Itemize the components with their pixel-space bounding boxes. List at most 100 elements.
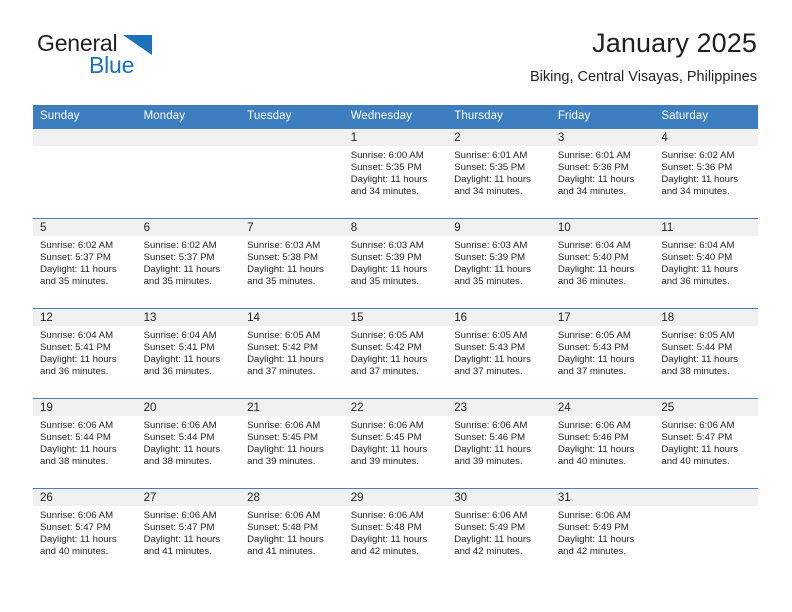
day-number: 24 [550,399,655,416]
daylight-duration: Daylight: 11 hours and 42 minutes. [454,534,531,558]
week-row: 19 Sunrise: 6:06 AM Sunset: 5:44 PM Dayligh… [33,398,758,489]
day-cell-inner: 29 Sunrise: 6:06 AM Sunset: 5:48 PM Dayligh… [343,489,448,578]
day-cell-inner: 27 Sunrise: 6:06 AM Sunset: 5:47 PM Dayligh… [136,489,241,578]
day-cell[interactable]: 12 Sunrise: 6:04 AM Sunset: 5:41 PM Dayligh… [33,308,137,399]
daylight-duration: Daylight: 11 hours and 37 minutes. [247,354,324,378]
day-cell-inner: 12 Sunrise: 6:04 AM Sunset: 5:41 PM Dayligh… [33,309,137,398]
day-number: 18 [654,309,758,326]
day-cell-inner: 31 Sunrise: 6:06 AM Sunset: 5:49 PM Dayligh… [550,489,655,578]
day-cell-empty [136,128,241,219]
daylight-duration: Daylight: 11 hours and 34 minutes. [557,174,635,198]
daylight-duration: Daylight: 11 hours and 36 minutes. [557,264,635,288]
day-number: 11 [654,219,758,236]
day-cell[interactable]: 17 Sunrise: 6:05 AM Sunset: 5:43 PM Dayligh… [550,308,655,399]
sunset-time: Sunset: 5:43 PM [557,342,629,354]
day-number: 5 [33,219,137,236]
day-cell-details [137,146,241,150]
sunrise-time: Sunrise: 6:04 AM [40,330,114,341]
sunset-time: Sunset: 5:35 PM [350,162,422,174]
day-number: 19 [33,399,137,416]
day-cell[interactable]: 9 Sunrise: 6:03 AM Sunset: 5:39 PM Daylight… [447,218,551,309]
day-cell-details: Sunrise: 6:05 AM Sunset: 5:44 PM Daylight:… [654,326,758,378]
day-number: 2 [447,129,551,146]
day-cell-inner: 4 Sunrise: 6:02 AM Sunset: 5:36 PM Daylight… [654,129,758,218]
day-cell-details: Sunrise: 6:04 AM Sunset: 5:41 PM Daylight:… [33,326,137,378]
day-cell[interactable]: 24 Sunrise: 6:06 AM Sunset: 5:46 PM Dayligh… [550,398,655,489]
daylight-duration: Daylight: 11 hours and 39 minutes. [247,444,324,468]
sunrise-time: Sunrise: 6:02 AM [661,150,735,161]
day-cell[interactable]: 13 Sunrise: 6:04 AM Sunset: 5:41 PM Dayligh… [136,308,241,399]
sunrise-time: Sunrise: 6:06 AM [454,420,528,431]
day-cell[interactable]: 2 Sunrise: 6:01 AM Sunset: 5:35 PM Daylight… [447,128,551,219]
sunrise-time: Sunrise: 6:06 AM [40,420,114,431]
day-cell-details: Sunrise: 6:04 AM Sunset: 5:41 PM Daylight:… [137,326,241,378]
sunrise-time: Sunrise: 6:06 AM [247,420,321,431]
day-cell-details: Sunrise: 6:02 AM Sunset: 5:37 PM Daylight:… [137,236,241,288]
day-cell[interactable]: 10 Sunrise: 6:04 AM Sunset: 5:40 PM Dayligh… [550,218,655,309]
day-cell[interactable]: 22 Sunrise: 6:06 AM Sunset: 5:45 PM Dayligh… [343,398,448,489]
day-cell-inner: 20 Sunrise: 6:06 AM Sunset: 5:44 PM Dayligh… [136,399,241,488]
day-cell[interactable]: 21 Sunrise: 6:06 AM Sunset: 5:45 PM Dayligh… [240,398,344,489]
day-cell[interactable]: 6 Sunrise: 6:02 AM Sunset: 5:37 PM Daylight… [136,218,241,309]
sunset-time: Sunset: 5:44 PM [40,432,111,444]
day-cell[interactable]: 25 Sunrise: 6:06 AM Sunset: 5:47 PM Dayligh… [654,398,758,489]
daylight-duration: Daylight: 11 hours and 42 minutes. [557,534,635,558]
weekday-header-sunday: Sunday [33,105,137,129]
day-cell[interactable]: 8 Sunrise: 6:03 AM Sunset: 5:39 PM Daylight… [343,218,448,309]
weekday-header-row: Sunday Monday Tuesday Wednesday Thursday… [33,105,758,129]
day-cell[interactable]: 28 Sunrise: 6:06 AM Sunset: 5:48 PM Dayligh… [240,488,344,578]
day-cell[interactable]: 15 Sunrise: 6:05 AM Sunset: 5:42 PM Dayligh… [343,308,448,399]
day-cell[interactable]: 30 Sunrise: 6:06 AM Sunset: 5:49 PM Dayligh… [447,488,551,578]
day-cell-inner: 14 Sunrise: 6:05 AM Sunset: 5:42 PM Dayligh… [240,309,344,398]
daylight-duration: Daylight: 11 hours and 39 minutes. [454,444,531,468]
day-cell-inner: 7 Sunrise: 6:03 AM Sunset: 5:38 PM Daylight… [240,219,344,308]
day-cell[interactable]: 4 Sunrise: 6:02 AM Sunset: 5:36 PM Daylight… [654,128,758,219]
day-cell-inner: 19 Sunrise: 6:06 AM Sunset: 5:44 PM Dayligh… [33,399,137,488]
day-cell-empty [33,128,137,219]
sunset-time: Sunset: 5:40 PM [661,252,733,264]
day-cell[interactable]: 16 Sunrise: 6:05 AM Sunset: 5:43 PM Dayligh… [447,308,551,399]
day-cell[interactable]: 31 Sunrise: 6:06 AM Sunset: 5:49 PM Dayligh… [550,488,655,578]
daylight-duration: Daylight: 11 hours and 40 minutes. [40,534,117,558]
day-cell[interactable]: 5 Sunrise: 6:02 AM Sunset: 5:37 PM Daylight… [33,218,137,309]
day-number: 4 [654,129,758,146]
sunrise-time: Sunrise: 6:06 AM [247,510,321,521]
generalblue-logo[interactable]: General Blue [33,32,213,88]
sunset-time: Sunset: 5:48 PM [350,522,422,534]
day-cell[interactable]: 14 Sunrise: 6:05 AM Sunset: 5:42 PM Dayligh… [240,308,344,399]
day-cell[interactable]: 18 Sunrise: 6:05 AM Sunset: 5:44 PM Dayligh… [654,308,758,399]
day-number: 30 [447,489,551,506]
sunrise-time: Sunrise: 6:05 AM [454,330,528,341]
day-cell[interactable]: 19 Sunrise: 6:06 AM Sunset: 5:44 PM Dayligh… [33,398,137,489]
sunrise-time: Sunrise: 6:06 AM [40,510,114,521]
page-subtitle: Biking, Central Visayas, Philippines [529,69,757,85]
sunrise-time: Sunrise: 6:05 AM [247,330,321,341]
day-number: 21 [240,399,344,416]
day-cell[interactable]: 11 Sunrise: 6:04 AM Sunset: 5:40 PM Dayligh… [654,218,758,309]
title-block: January 2025 Biking, Central Visayas, Ph… [530,26,757,86]
day-cell[interactable]: 27 Sunrise: 6:06 AM Sunset: 5:47 PM Dayligh… [136,488,241,578]
day-cell-details: Sunrise: 6:06 AM Sunset: 5:47 PM Daylight:… [137,506,241,558]
day-number: 16 [447,309,551,326]
daylight-duration: Daylight: 11 hours and 34 minutes. [454,174,531,198]
day-cell[interactable]: 3 Sunrise: 6:01 AM Sunset: 5:36 PM Daylight… [550,128,655,219]
weekday-header-monday: Monday [136,105,241,129]
day-number: 25 [654,399,758,416]
day-cell[interactable]: 29 Sunrise: 6:06 AM Sunset: 5:48 PM Dayligh… [343,488,448,578]
day-cell[interactable]: 26 Sunrise: 6:06 AM Sunset: 5:47 PM Dayligh… [33,488,137,578]
day-cell[interactable]: 1 Sunrise: 6:00 AM Sunset: 5:35 PM Daylight… [343,128,448,219]
sunrise-time: Sunrise: 6:03 AM [247,240,321,251]
sunset-time: Sunset: 5:37 PM [40,252,111,264]
daylight-duration: Daylight: 11 hours and 38 minutes. [661,354,738,378]
day-cell[interactable]: 20 Sunrise: 6:06 AM Sunset: 5:44 PM Dayligh… [136,398,241,489]
weekday-header-friday: Friday [550,105,655,129]
day-cell-inner: 5 Sunrise: 6:02 AM Sunset: 5:37 PM Daylight… [33,219,137,308]
day-cell[interactable]: 23 Sunrise: 6:06 AM Sunset: 5:46 PM Dayligh… [447,398,551,489]
day-cell[interactable]: 7 Sunrise: 6:03 AM Sunset: 5:38 PM Daylight… [240,218,344,309]
daylight-duration: Daylight: 11 hours and 38 minutes. [40,444,117,468]
day-cell-inner: 26 Sunrise: 6:06 AM Sunset: 5:47 PM Dayligh… [33,489,137,578]
day-cell-details: Sunrise: 6:02 AM Sunset: 5:36 PM Daylight:… [654,146,758,198]
day-number: 8 [343,219,448,236]
sunrise-time: Sunrise: 6:05 AM [557,330,631,341]
sunset-time: Sunset: 5:49 PM [454,522,526,534]
